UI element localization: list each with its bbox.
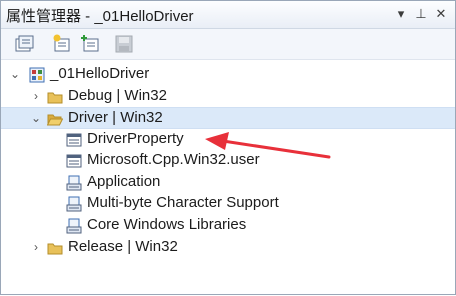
property-sheet-label: DriverProperty bbox=[87, 130, 184, 147]
property-sheet-label: Multi-byte Character Support bbox=[87, 194, 279, 211]
tree-node-property-sheet[interactable]: Application bbox=[1, 172, 455, 194]
add-property-sheet-button[interactable] bbox=[78, 33, 100, 55]
tree-node-property-sheet[interactable]: Core Windows Libraries bbox=[1, 215, 455, 237]
close-icon[interactable]: ✕ bbox=[432, 4, 450, 24]
tree-node-property-sheet[interactable]: Multi-byte Character Support bbox=[1, 193, 455, 215]
project-label: _01HelloDriver bbox=[50, 65, 150, 82]
tree-node-release-config[interactable]: › Release | Win32 bbox=[1, 237, 455, 259]
property-tree: ⌄ _01HelloDriver › Debug | Win32 ⌄ Drive… bbox=[1, 61, 455, 294]
tree-node-property-sheet[interactable]: DriverProperty bbox=[1, 129, 455, 151]
system-property-sheet-icon bbox=[66, 218, 82, 234]
config-label: Debug | Win32 bbox=[68, 87, 167, 104]
pin-icon[interactable]: ⊥ bbox=[412, 4, 430, 24]
project-icon bbox=[29, 67, 45, 83]
property-sheet-icon bbox=[66, 133, 82, 147]
tree-node-debug-config[interactable]: › Debug | Win32 bbox=[1, 86, 455, 108]
add-existing-property-sheet-button[interactable] bbox=[13, 33, 35, 55]
add-property-sheet-icon bbox=[81, 35, 99, 52]
config-label: Release | Win32 bbox=[68, 238, 178, 255]
panel-dropdown-button[interactable]: ▾ bbox=[392, 4, 410, 24]
system-property-sheet-icon bbox=[66, 196, 82, 212]
collapse-chevron-icon[interactable]: ⌄ bbox=[30, 112, 42, 124]
property-sheet-icon bbox=[66, 154, 82, 168]
property-sheet-label: Microsoft.Cpp.Win32.user bbox=[87, 151, 260, 168]
existing-property-sheet-icon bbox=[15, 35, 34, 52]
tree-node-project[interactable]: ⌄ _01HelloDriver bbox=[1, 64, 455, 86]
property-manager-panel: 属性管理器 - _01HelloDriver ▾ ⊥ ✕ ⌄ _01HelloD… bbox=[0, 0, 456, 295]
new-property-sheet-icon bbox=[53, 34, 70, 52]
panel-title: 属性管理器 - _01HelloDriver bbox=[6, 8, 194, 25]
panel-toolbar bbox=[1, 29, 455, 60]
system-property-sheet-icon bbox=[66, 175, 82, 191]
add-new-property-sheet-button[interactable] bbox=[51, 33, 73, 55]
expand-chevron-icon[interactable]: › bbox=[30, 90, 42, 102]
folder-open-icon bbox=[47, 114, 63, 126]
save-button[interactable] bbox=[113, 33, 135, 55]
panel-titlebar: 属性管理器 - _01HelloDriver ▾ ⊥ ✕ bbox=[1, 1, 455, 29]
tree-node-property-sheet[interactable]: Microsoft.Cpp.Win32.user bbox=[1, 150, 455, 172]
tree-node-driver-config[interactable]: ⌄ Driver | Win32 bbox=[1, 107, 455, 129]
expand-chevron-icon[interactable]: › bbox=[30, 241, 42, 253]
folder-icon bbox=[47, 92, 63, 104]
collapse-chevron-icon[interactable]: ⌄ bbox=[9, 68, 21, 80]
property-sheet-label: Application bbox=[87, 173, 161, 190]
property-sheet-label: Core Windows Libraries bbox=[87, 216, 247, 233]
folder-icon bbox=[47, 243, 63, 255]
save-icon bbox=[115, 35, 133, 53]
config-label: Driver | Win32 bbox=[68, 109, 163, 126]
